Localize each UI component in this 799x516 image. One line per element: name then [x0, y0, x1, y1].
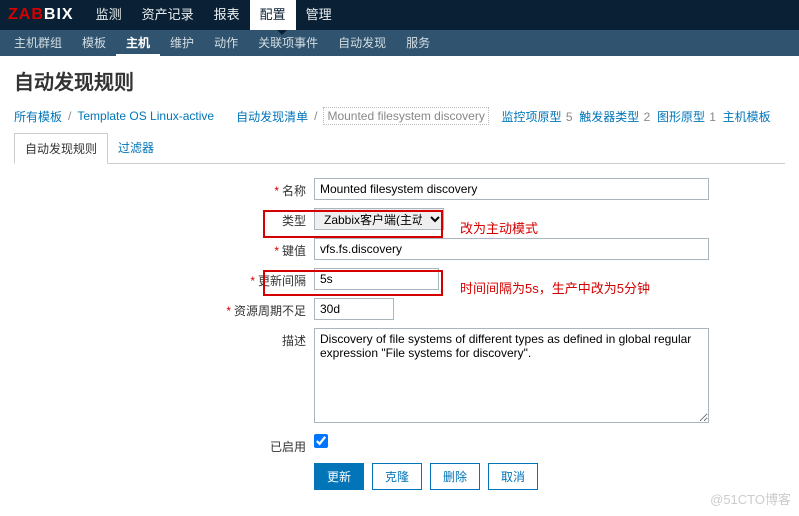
subnav-item-0[interactable]: 主机群组: [4, 30, 72, 56]
resource-label: 资源周期不足: [234, 304, 306, 318]
type-select[interactable]: Zabbix客户端(主动式): [314, 208, 444, 230]
sub-nav: 主机群组模板主机维护动作关联项事件自动发现服务: [0, 30, 799, 56]
breadcrumb-current: Mounted filesystem discovery: [323, 107, 488, 125]
tabs: 自动发现规则过滤器: [14, 133, 785, 164]
breadcrumb-all-templates[interactable]: 所有模板: [14, 108, 62, 125]
topnav-item-2[interactable]: 报表: [204, 0, 250, 30]
cancel-button[interactable]: 取消: [488, 463, 538, 490]
breadcrumb-link-0[interactable]: 监控项原型: [502, 110, 562, 124]
topnav-item-3[interactable]: 配置: [250, 0, 296, 30]
subnav-item-1[interactable]: 模板: [72, 30, 116, 56]
subnav-item-6[interactable]: 自动发现: [328, 30, 396, 56]
type-label: 类型: [282, 214, 306, 228]
topnav-item-0[interactable]: 监测: [86, 0, 132, 30]
tab-1[interactable]: 过滤器: [108, 133, 164, 163]
enabled-label: 已启用: [270, 440, 306, 454]
topnav-item-1[interactable]: 资产记录: [132, 0, 204, 30]
key-label: 键值: [282, 244, 306, 258]
breadcrumb-link-3[interactable]: 主机模板: [723, 110, 771, 124]
top-nav: ZABBIX 监测资产记录报表配置管理: [0, 0, 799, 30]
resource-input[interactable]: [314, 298, 394, 320]
subnav-item-5[interactable]: 关联项事件: [248, 30, 328, 56]
breadcrumb-discovery-list[interactable]: 自动发现清单: [236, 108, 308, 125]
subnav-item-2[interactable]: 主机: [116, 30, 160, 56]
delete-button[interactable]: 删除: [430, 463, 480, 490]
update-button[interactable]: 更新: [314, 463, 364, 490]
key-input[interactable]: [314, 238, 709, 260]
subnav-item-3[interactable]: 维护: [160, 30, 204, 56]
interval-input[interactable]: [314, 268, 439, 290]
interval-label: 更新间隔: [258, 274, 306, 288]
tab-0[interactable]: 自动发现规则: [14, 133, 108, 164]
name-label: 名称: [282, 184, 306, 198]
nav-arrow-icon: [277, 30, 287, 35]
clone-button[interactable]: 克隆: [372, 463, 422, 490]
name-input[interactable]: [314, 178, 709, 200]
logo: ZABBIX: [8, 6, 74, 24]
enabled-checkbox[interactable]: [314, 434, 328, 448]
desc-textarea[interactable]: Discovery of file systems of different t…: [314, 328, 709, 423]
breadcrumb-link-1[interactable]: 触发器类型: [579, 110, 639, 124]
breadcrumb-template[interactable]: Template OS Linux-active: [77, 109, 214, 123]
breadcrumb: 所有模板 / Template OS Linux-active 自动发现清单 /…: [14, 107, 785, 125]
subnav-item-4[interactable]: 动作: [204, 30, 248, 56]
subnav-item-7[interactable]: 服务: [396, 30, 440, 56]
page-title: 自动发现规则: [14, 66, 785, 95]
topnav-item-4[interactable]: 管理: [296, 0, 342, 30]
breadcrumb-link-2[interactable]: 图形原型: [657, 110, 705, 124]
desc-label: 描述: [282, 334, 306, 348]
